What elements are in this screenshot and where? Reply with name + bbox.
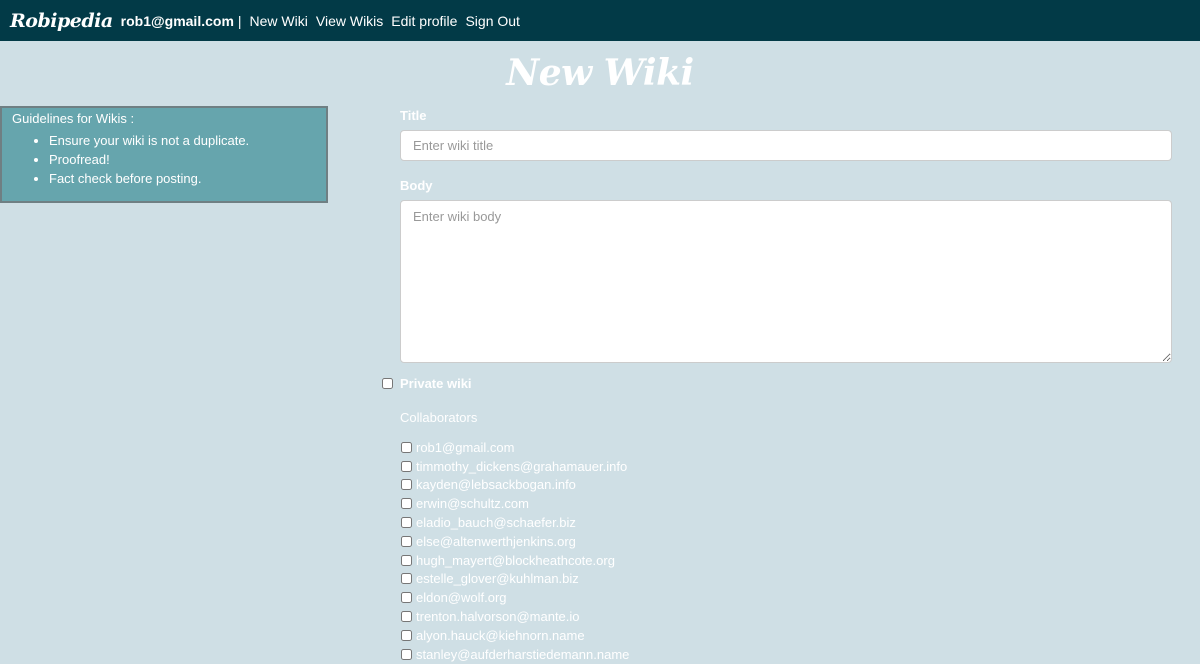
collaborator-item: rob1@gmail.com [401, 438, 629, 457]
private-wiki-row: Private wiki [382, 376, 472, 391]
collaborator-email[interactable]: kayden@lebsackbogan.info [416, 477, 576, 492]
collaborator-item: alyon.hauck@kiehnorn.name [401, 626, 629, 645]
collaborator-item: erwin@schultz.com [401, 494, 629, 513]
collaborator-email[interactable]: stanley@aufderharstiedemann.name [416, 647, 629, 662]
collaborator-item: kayden@lebsackbogan.info [401, 476, 629, 495]
collaborator-checkbox[interactable] [401, 648, 412, 660]
collaborator-checkbox[interactable] [401, 554, 412, 566]
collaborator-email[interactable]: rob1@gmail.com [416, 440, 514, 455]
collaborators-label: Collaborators [400, 410, 478, 425]
body-textarea[interactable] [400, 200, 1172, 363]
collaborator-checkbox[interactable] [401, 611, 412, 623]
collaborator-email[interactable]: hugh_mayert@blockheathcote.org [416, 553, 615, 568]
collaborator-checkbox[interactable] [401, 517, 412, 529]
body-label: Body [400, 178, 433, 193]
nav-link-edit-profile[interactable]: Edit profile [391, 13, 457, 29]
collaborator-item: estelle_glover@kuhlman.biz [401, 570, 629, 589]
nav-link-new-wiki[interactable]: New Wiki [250, 13, 308, 29]
collaborator-email[interactable]: alyon.hauck@kiehnorn.name [416, 628, 585, 643]
collaborator-email[interactable]: trenton.halvorson@mante.io [416, 609, 580, 624]
collaborator-item: eldon@wolf.org [401, 588, 629, 607]
nav-user-email: rob1@gmail.com [120, 12, 234, 29]
collaborator-email[interactable]: eldon@wolf.org [416, 590, 507, 605]
collaborator-email[interactable]: estelle_glover@kuhlman.biz [416, 571, 579, 586]
guidelines-panel: Guidelines for Wikis : Ensure your wiki … [0, 106, 328, 203]
nav-separator: | [237, 12, 242, 29]
collaborator-item: timmothy_dickens@grahamauer.info [401, 457, 629, 476]
title-input[interactable] [400, 130, 1172, 161]
top-navbar: Robipedia rob1@gmail.com | New Wiki View… [0, 0, 1200, 41]
collaborator-email[interactable]: timmothy_dickens@grahamauer.info [416, 459, 627, 474]
new-wiki-form: Title Body [400, 106, 1172, 368]
guidelines-list: Ensure your wiki is not a duplicate. Pro… [12, 131, 326, 188]
collaborator-checkbox[interactable] [401, 460, 412, 472]
private-wiki-label[interactable]: Private wiki [400, 376, 472, 391]
collaborator-email[interactable]: else@altenwerthjenkins.org [416, 534, 576, 549]
page-title: New Wiki [506, 52, 694, 94]
collaborator-checkbox[interactable] [401, 573, 412, 585]
collaborator-checkbox[interactable] [401, 441, 412, 453]
collaborator-item: hugh_mayert@blockheathcote.org [401, 551, 629, 570]
collaborator-item: stanley@aufderharstiedemann.name [401, 645, 629, 664]
collaborators-list: rob1@gmail.com timmothy_dickens@grahamaue… [401, 438, 629, 664]
guideline-item: Proofread! [49, 150, 326, 169]
guideline-item: Fact check before posting. [49, 169, 326, 188]
private-wiki-checkbox[interactable] [382, 378, 393, 389]
nav-link-sign-out[interactable]: Sign Out [465, 13, 519, 29]
collaborator-checkbox[interactable] [401, 498, 412, 510]
collaborator-email[interactable]: erwin@schultz.com [416, 496, 529, 511]
collaborator-checkbox[interactable] [401, 535, 412, 547]
collaborator-item: trenton.halvorson@mante.io [401, 607, 629, 626]
collaborator-checkbox[interactable] [401, 479, 412, 491]
guidelines-title: Guidelines for Wikis : [12, 111, 135, 126]
collaborator-checkbox[interactable] [401, 629, 412, 641]
collaborator-email[interactable]: eladio_bauch@schaefer.biz [416, 515, 576, 530]
collaborator-item: eladio_bauch@schaefer.biz [401, 513, 629, 532]
collaborator-item: else@altenwerthjenkins.org [401, 532, 629, 551]
nav-link-view-wikis[interactable]: View Wikis [316, 13, 383, 29]
guideline-item: Ensure your wiki is not a duplicate. [49, 131, 326, 150]
title-label: Title [400, 108, 427, 123]
collaborator-checkbox[interactable] [401, 592, 412, 604]
brand-logo[interactable]: Robipedia [10, 10, 113, 32]
